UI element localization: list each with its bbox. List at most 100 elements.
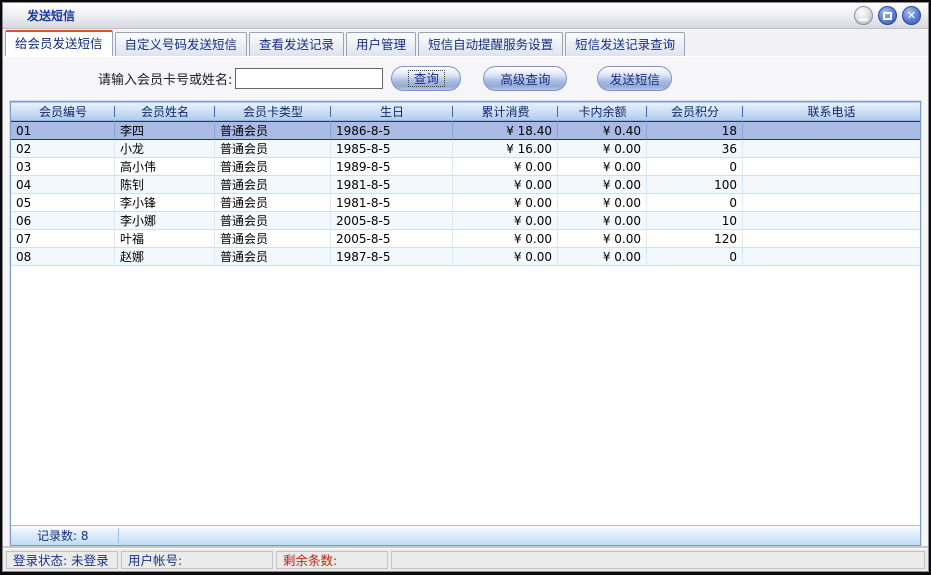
- table-cell: 2005-8-5: [331, 230, 453, 248]
- remaining-count-panel: 剩余条数:: [276, 551, 388, 569]
- table-row[interactable]: 05李小锋普通会员1981-8-5¥ 0.00¥ 0.000: [11, 194, 920, 212]
- search-input[interactable]: [235, 68, 383, 89]
- table-cell: 120: [647, 230, 743, 248]
- table-cell: 普通会员: [215, 230, 331, 248]
- search-row: 请输入会员卡号或姓名: 查询 高级查询 发送短信: [10, 57, 921, 99]
- table-cell: 0: [647, 158, 743, 176]
- table-row[interactable]: 07叶福普通会员2005-8-5¥ 0.00¥ 0.00120: [11, 230, 920, 248]
- table-cell: 02: [11, 140, 115, 158]
- status-spacer-panel: [391, 551, 925, 569]
- table-cell: 18: [647, 121, 743, 140]
- close-button[interactable]: ✕: [902, 6, 921, 25]
- table-cell: 01: [11, 121, 115, 140]
- table-cell: 普通会员: [215, 176, 331, 194]
- table-cell: [743, 158, 920, 176]
- app-window: 发送短信 ✕ 给会员发送短信自定义号码发送短信查看发送记录用户管理短信自动提醒服…: [0, 0, 931, 575]
- login-status-panel: 登录状态: 未登录: [6, 551, 118, 569]
- query-button-label: 查询: [408, 70, 445, 87]
- column-header[interactable]: 联系电话: [743, 102, 920, 121]
- table-cell: 0: [647, 248, 743, 266]
- send-sms-button[interactable]: 发送短信: [597, 66, 672, 91]
- table-cell: 普通会员: [215, 140, 331, 158]
- table-cell: 陈钊: [115, 176, 215, 194]
- table-cell: 普通会员: [215, 212, 331, 230]
- table-cell: ¥ 0.00: [558, 176, 647, 194]
- table-cell: 普通会员: [215, 121, 331, 140]
- table-cell: ¥ 0.00: [453, 230, 558, 248]
- user-account-panel: 用户帐号:: [121, 551, 273, 569]
- table-cell: ¥ 0.00: [558, 158, 647, 176]
- status-bar: 登录状态: 未登录用户帐号:剩余条数:: [3, 548, 928, 571]
- record-count-label: 记录数: 8: [37, 527, 89, 544]
- column-header[interactable]: 生日: [331, 102, 453, 121]
- tab-bar: 给会员发送短信自定义号码发送短信查看发送记录用户管理短信自动提醒服务设置短信发送…: [3, 29, 928, 56]
- table-cell: 高小伟: [115, 158, 215, 176]
- table-cell: 普通会员: [215, 248, 331, 266]
- minimize-button[interactable]: [854, 6, 873, 25]
- table-cell: 05: [11, 194, 115, 212]
- table-cell: ¥ 0.00: [558, 140, 647, 158]
- table-cell: 普通会员: [215, 158, 331, 176]
- column-header[interactable]: 会员姓名: [115, 102, 215, 121]
- column-header[interactable]: 会员卡类型: [215, 102, 331, 121]
- table-cell: [743, 194, 920, 212]
- table-row[interactable]: 02小龙普通会员1985-8-5¥ 16.00¥ 0.0036: [11, 140, 920, 158]
- table-cell: [743, 230, 920, 248]
- table-cell: 赵娜: [115, 248, 215, 266]
- tab-6[interactable]: 短信发送记录查询: [565, 32, 685, 56]
- maximize-icon: [883, 12, 892, 20]
- title-bar: 发送短信 ✕: [3, 3, 928, 29]
- tab-1[interactable]: 给会员发送短信: [5, 30, 113, 56]
- table-row[interactable]: 01李四普通会员1986-8-5¥ 18.40¥ 0.4018: [11, 121, 920, 140]
- column-header[interactable]: 会员编号: [11, 102, 115, 121]
- table-cell: ¥ 0.00: [453, 176, 558, 194]
- table-cell: 1989-8-5: [331, 158, 453, 176]
- table-cell: 03: [11, 158, 115, 176]
- column-header[interactable]: 累计消费: [453, 102, 558, 121]
- table-cell: 1987-8-5: [331, 248, 453, 266]
- advanced-query-button[interactable]: 高级查询: [483, 66, 567, 91]
- table-cell: 李小锋: [115, 194, 215, 212]
- table-cell: 10: [647, 212, 743, 230]
- tab-4[interactable]: 用户管理: [346, 32, 416, 56]
- table-cell: ¥ 0.00: [558, 212, 647, 230]
- column-header[interactable]: 会员积分: [647, 102, 743, 121]
- table-row[interactable]: 06李小娜普通会员2005-8-5¥ 0.00¥ 0.0010: [11, 212, 920, 230]
- tab-5[interactable]: 短信自动提醒服务设置: [418, 32, 563, 56]
- table-cell: 1981-8-5: [331, 176, 453, 194]
- window-title: 发送短信: [27, 7, 75, 24]
- search-label: 请输入会员卡号或姓名:: [98, 69, 232, 88]
- table-row[interactable]: 04陈钊普通会员1981-8-5¥ 0.00¥ 0.00100: [11, 176, 920, 194]
- table-cell: ¥ 0.00: [558, 194, 647, 212]
- member-grid: 会员编号会员姓名会员卡类型生日累计消费卡内余额会员积分联系电话 01李四普通会员…: [10, 101, 921, 546]
- table-cell: ¥ 0.00: [453, 248, 558, 266]
- table-body: 01李四普通会员1986-8-5¥ 18.40¥ 0.401802小龙普通会员1…: [11, 121, 920, 266]
- table-cell: ¥ 0.00: [453, 194, 558, 212]
- query-button[interactable]: 查询: [391, 66, 461, 91]
- member-table: 会员编号会员姓名会员卡类型生日累计消费卡内余额会员积分联系电话 01李四普通会员…: [11, 102, 920, 266]
- table-cell: 06: [11, 212, 115, 230]
- table-cell: [743, 212, 920, 230]
- table-cell: 07: [11, 230, 115, 248]
- table-row[interactable]: 08赵娜普通会员1987-8-5¥ 0.00¥ 0.000: [11, 248, 920, 266]
- window-controls: ✕: [854, 6, 921, 25]
- table-cell: ¥ 16.00: [453, 140, 558, 158]
- table-cell: [743, 176, 920, 194]
- grid-empty-area: [11, 266, 920, 525]
- minimize-icon: [859, 18, 868, 21]
- table-row[interactable]: 03高小伟普通会员1989-8-5¥ 0.00¥ 0.000: [11, 158, 920, 176]
- column-header[interactable]: 卡内余额: [558, 102, 647, 121]
- table-cell: [743, 248, 920, 266]
- tab-2[interactable]: 自定义号码发送短信: [115, 32, 248, 56]
- table-cell: ¥ 0.40: [558, 121, 647, 140]
- maximize-button[interactable]: [878, 6, 897, 25]
- content-area: 请输入会员卡号或姓名: 查询 高级查询 发送短信 会员编号会员姓名会员卡类型生日…: [3, 56, 928, 548]
- tab-3[interactable]: 查看发送记录: [249, 32, 344, 56]
- table-cell: 100: [647, 176, 743, 194]
- table-cell: ¥ 0.00: [558, 248, 647, 266]
- table-cell: 李小娜: [115, 212, 215, 230]
- close-icon: ✕: [907, 10, 916, 21]
- window-frame: 发送短信 ✕ 给会员发送短信自定义号码发送短信查看发送记录用户管理短信自动提醒服…: [2, 2, 929, 572]
- table-cell: ¥ 0.00: [453, 212, 558, 230]
- table-cell: 小龙: [115, 140, 215, 158]
